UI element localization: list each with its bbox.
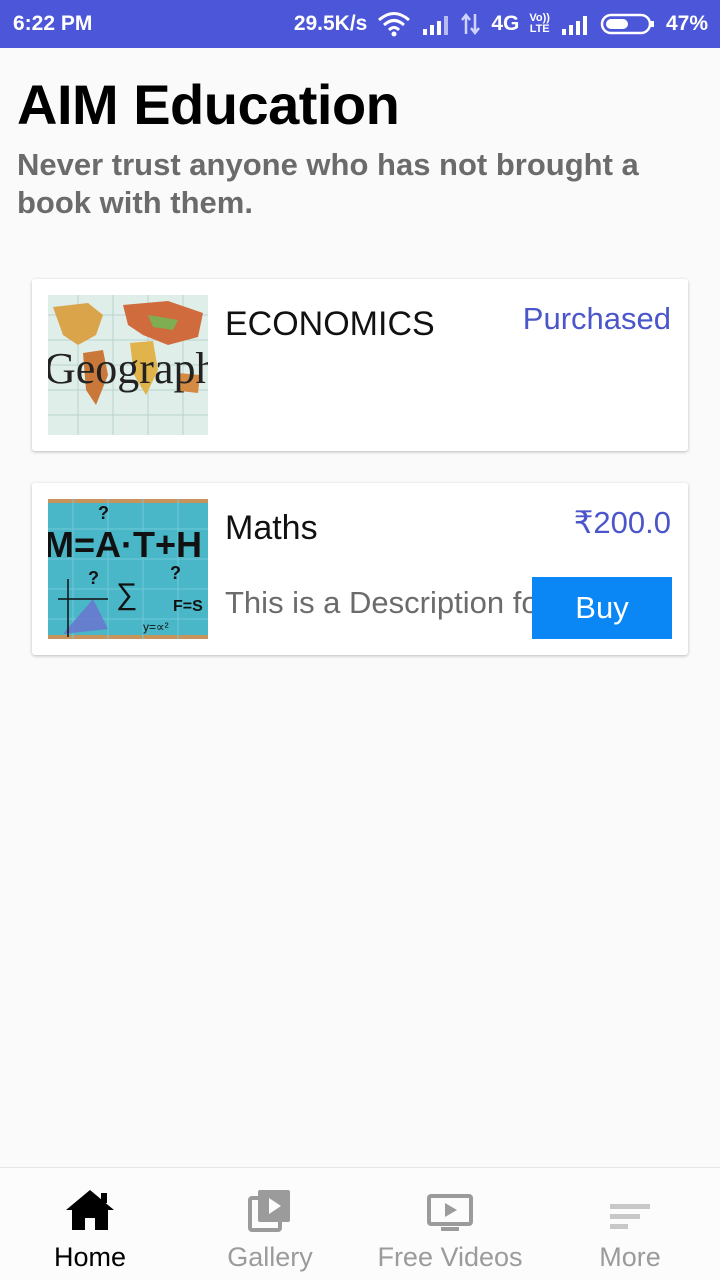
course-title: ECONOMICS [225, 305, 435, 343]
svg-text:y=∝²: y=∝² [143, 620, 169, 634]
svg-text:?: ? [88, 568, 99, 588]
video-icon [427, 1186, 473, 1232]
status-indicators: 29.5K/s 4G Vo)) LTE 47% [294, 11, 708, 37]
home-icon [64, 1186, 116, 1232]
thumb-text-math: M=A·T+H [48, 524, 202, 565]
nav-label-home: Home [53, 1242, 127, 1272]
nav-item-more[interactable]: More [540, 1168, 720, 1280]
battery-icon [600, 12, 656, 36]
more-icon [608, 1186, 652, 1232]
signal-icon [421, 13, 451, 35]
battery-percent: 47% [665, 12, 708, 35]
nav-label-more: More [599, 1242, 661, 1272]
svg-text:?: ? [170, 563, 181, 583]
bottom-navigation: Home Gallery Free Videos More [0, 1167, 720, 1280]
course-title: Maths [225, 509, 318, 547]
nav-item-gallery[interactable]: Gallery [180, 1168, 360, 1280]
nav-label-gallery: Gallery [227, 1242, 313, 1272]
signal-icon-2 [560, 13, 590, 35]
network-type: 4G [491, 12, 520, 35]
thumb-text-geography: Geograph [48, 344, 208, 393]
page-title: AIM Education [17, 73, 400, 136]
nav-label-free-videos: Free Videos [377, 1242, 523, 1272]
data-transfer-icon [461, 12, 481, 36]
world-map-image: Geograph [48, 295, 208, 435]
wifi-icon [377, 11, 411, 37]
nav-item-home[interactable]: Home [0, 1168, 180, 1280]
course-card-maths[interactable]: M=A·T+H ? ? ? ∑ F=S y=∝² Maths ₹200.0 Th… [32, 483, 688, 655]
volte-indicator: Vo)) LTE [529, 12, 550, 35]
math-chalkboard-image: M=A·T+H ? ? ? ∑ F=S y=∝² [48, 499, 208, 639]
page-tagline: Never trust anyone who has not brought a… [17, 147, 639, 220]
status-time: 6:22 PM [13, 12, 93, 35]
svg-text:?: ? [98, 503, 109, 523]
course-card-economics[interactable]: Geograph ECONOMICS Purchased [32, 279, 688, 451]
status-bar: 6:22 PM 29.5K/s 4G Vo)) LTE 47% [0, 0, 720, 48]
svg-text:F=S: F=S [173, 598, 203, 615]
svg-text:∑: ∑ [116, 578, 137, 611]
course-description: This is a Description for [225, 585, 535, 620]
buy-button[interactable]: Buy [532, 577, 672, 639]
course-price: ₹200.0 [573, 505, 671, 540]
nav-item-free-videos[interactable]: Free Videos [360, 1168, 540, 1280]
purchased-status: Purchased [522, 301, 671, 336]
network-speed: 29.5K/s [293, 12, 368, 35]
gallery-icon [248, 1186, 292, 1232]
